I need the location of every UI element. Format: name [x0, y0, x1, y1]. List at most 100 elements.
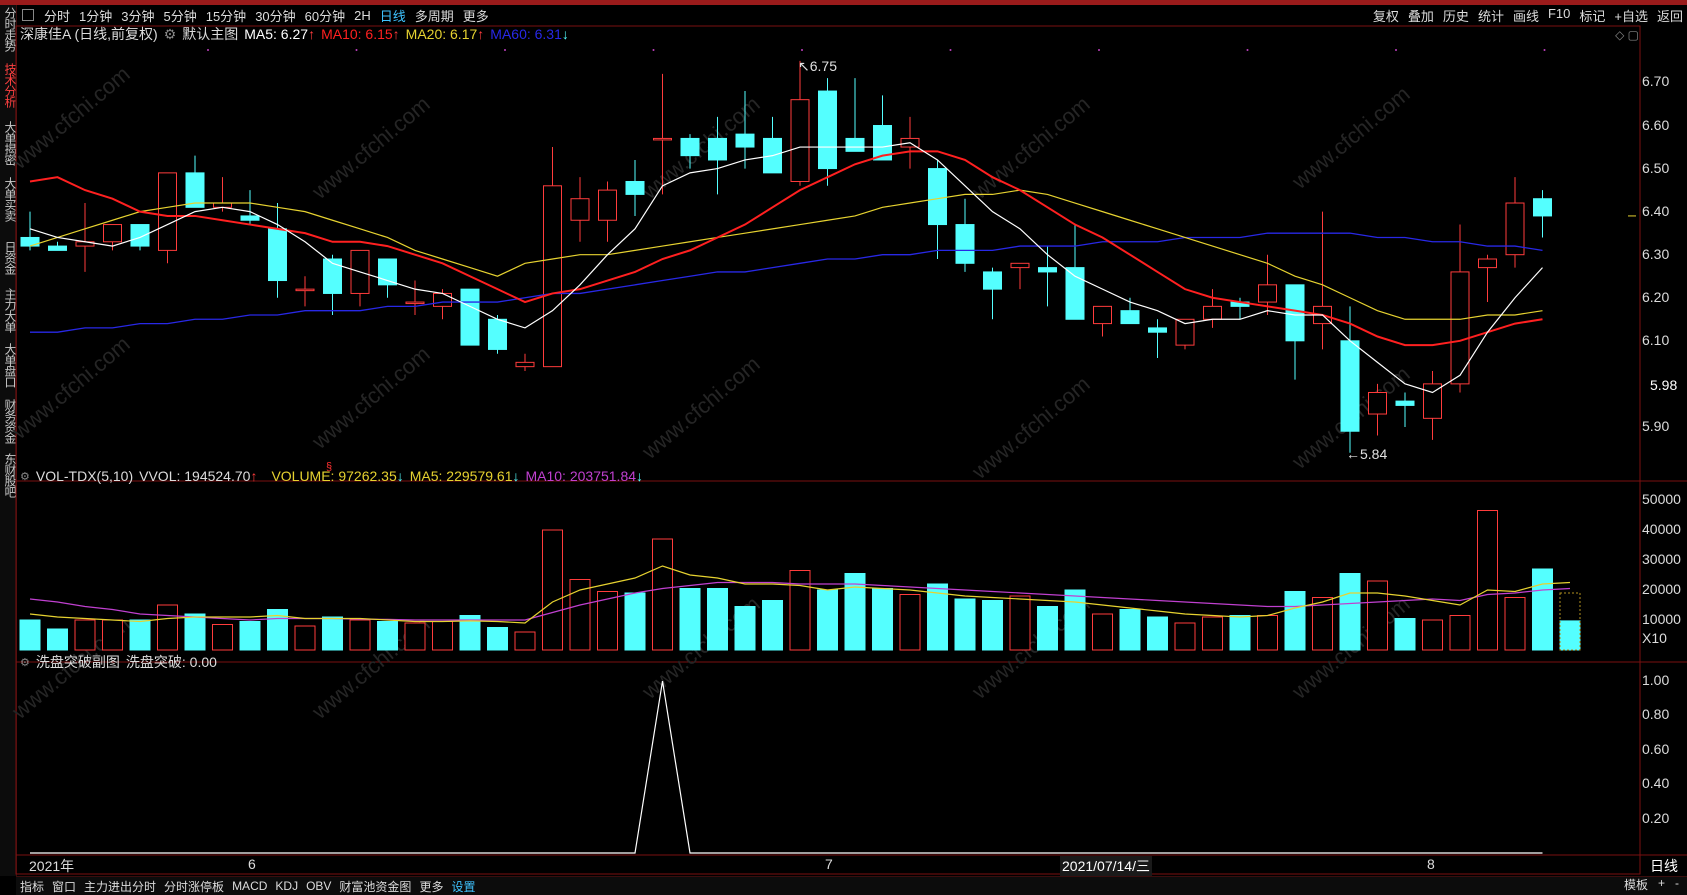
volume-bar [734, 606, 756, 651]
bottom-tab-7[interactable]: 财富池资金图 [339, 878, 411, 895]
ma60-value: MA60: 6.31↓ [490, 26, 569, 42]
bottom-tab-2[interactable]: 主力进出分时 [84, 878, 156, 895]
watermark-8: www.cfchi.com [966, 371, 1094, 484]
marker-dot-4 [801, 49, 803, 51]
candle-body [983, 271, 1002, 290]
volume-bar [19, 619, 41, 651]
vol-tick-3: 20000 [1642, 581, 1681, 597]
ma10-value: MA10: 6.15↑ [321, 26, 400, 42]
bottom-tab-0[interactable]: 指标 [20, 878, 44, 895]
volume-bar [212, 624, 233, 651]
price-tick-1: 6.60 [1642, 116, 1670, 133]
price-tick-2: 6.50 [1642, 159, 1670, 176]
volume-bar [1504, 597, 1526, 651]
volume-bar [1037, 606, 1058, 651]
date-month-8: 8 [1427, 856, 1435, 872]
candle-body [1395, 400, 1415, 406]
marker-dot-8 [1395, 49, 1397, 51]
bottom-tab-3[interactable]: 分时涨停板 [164, 878, 224, 895]
bottom-right-2[interactable]: - [1675, 876, 1679, 893]
vol-indicator-name[interactable]: VOL-TDX(5,10) [36, 468, 133, 484]
current-price: 5.98 [1650, 377, 1678, 393]
watermark-5: www.cfchi.com [6, 331, 134, 444]
stock-title[interactable]: 深康佳A (日线,前复权) [20, 24, 158, 44]
template-gear-icon[interactable]: ⚙ [164, 26, 177, 43]
bottom-tab-1[interactable]: 窗口 [52, 878, 76, 895]
volume-bar [1147, 616, 1168, 651]
volume-bar [157, 604, 178, 651]
vol-tick-4: 10000 [1642, 611, 1681, 627]
price-tick-3: 6.40 [1642, 202, 1670, 219]
volume-bar [872, 588, 893, 651]
volume-bar [1092, 613, 1113, 651]
candle-body [295, 288, 315, 292]
ind-name[interactable]: 洗盘突破副图 [36, 652, 120, 672]
bottom-tab-8[interactable]: 更多 [419, 878, 443, 895]
marker-dot-0 [207, 49, 209, 51]
volume-bar [899, 594, 921, 651]
vol-gear-icon[interactable]: ⚙ [20, 470, 30, 483]
low-label: ←5.84 [1346, 446, 1387, 462]
vol-tick-2: 30000 [1642, 551, 1681, 567]
marker-dot-7 [1246, 49, 1249, 51]
volume-bar [762, 600, 783, 651]
vol-unit: X10 [1642, 630, 1667, 646]
candle-body [818, 90, 837, 170]
candle-body [130, 224, 150, 247]
cursor-date: 2021/07/14/三 [1060, 856, 1152, 876]
main-legend: 深康佳A (日线,前复权) ⚙ 默认主图 MA5: 6.27↑ MA10: 6.… [20, 24, 575, 44]
candle-body [955, 224, 975, 264]
diamond-icon[interactable]: ◇ [1615, 28, 1624, 42]
period-corner-label[interactable]: 日线 [1650, 856, 1678, 876]
volume-bar [322, 616, 343, 651]
volume-bar [1064, 589, 1086, 651]
candle-body [213, 202, 232, 208]
date-month-6: 6 [248, 856, 256, 872]
volume-value: VOLUME: 97262.35↓ [271, 468, 404, 484]
candle-body [103, 224, 122, 243]
volume-bar [74, 619, 96, 651]
volume-bar [349, 619, 371, 651]
candle-body [1203, 305, 1222, 320]
date-year: 2021年 [29, 858, 75, 874]
bottom-tab-6[interactable]: OBV [306, 879, 331, 893]
bottom-right-0[interactable]: 模板 [1624, 876, 1648, 893]
candle-body [1340, 340, 1360, 432]
ma20-line [29, 189, 1543, 320]
bottom-tab-9[interactable]: 设置 [451, 878, 475, 895]
volume-bar [679, 588, 701, 651]
volume-bar [1229, 615, 1251, 651]
bottom-right-1[interactable]: + [1658, 876, 1665, 893]
vol-tick-1: 40000 [1642, 521, 1681, 537]
candle-body [1450, 271, 1470, 385]
volume-bar [294, 625, 316, 651]
template-name[interactable]: 默认主图 [182, 24, 238, 44]
candle-body [543, 185, 562, 368]
volume-bar [1339, 573, 1361, 651]
maximize-icon[interactable]: ▢ [1628, 28, 1639, 42]
watermark-6: www.cfchi.com [306, 341, 434, 454]
volume-bar [982, 600, 1003, 651]
watermark-7: www.cfchi.com [636, 351, 764, 464]
marker-dot-2 [504, 49, 506, 51]
ind-gear-icon[interactable]: ⚙ [20, 656, 30, 669]
volume-bar [47, 628, 68, 651]
candle-body [1258, 284, 1277, 303]
volume-bar [1119, 609, 1141, 651]
volume-bar [1422, 619, 1443, 651]
marker-dot-5 [949, 49, 952, 51]
volume-bar [102, 619, 123, 651]
candle-body [488, 318, 507, 350]
marker-dot-3 [652, 49, 655, 51]
bottom-tab-5[interactable]: KDJ [275, 879, 298, 893]
candle-body [845, 137, 865, 152]
bottom-tab-4[interactable]: MACD [232, 879, 267, 893]
volume-bar [707, 588, 728, 651]
volume-bar [1559, 620, 1581, 651]
candle-body [1368, 391, 1387, 415]
marker-dot-1 [355, 49, 358, 51]
volume-bar [789, 570, 811, 651]
ind-tick-3: 0.40 [1642, 775, 1670, 792]
chart-canvas[interactable]: www.cfchi.com www.cfchi.com www.cfchi.com w… [0, 0, 1687, 894]
vol-legend: ⚙ VOL-TDX(5,10) VVOL: 194524.70↑ VOLUME:… [20, 468, 649, 484]
